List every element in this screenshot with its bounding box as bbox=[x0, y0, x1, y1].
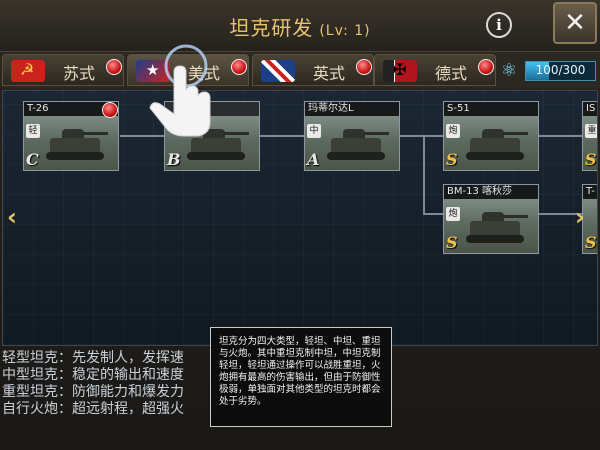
research-progress-text: 100/300 bbox=[535, 63, 586, 77]
soviet-flag-icon bbox=[11, 60, 45, 82]
tank-class-badge: 炮 bbox=[446, 124, 460, 138]
watermark-logo bbox=[486, 378, 600, 424]
tooltip: 坦克分为四大类型，轻坦、中坦、重坦与火炮。其中重坦克制中坦，中坦克制轻坦，轻坦通… bbox=[210, 327, 392, 427]
game-window: 坦克研发(Lv: 1) i ✕ 苏式 美式 英式 德式 ⚛ bbox=[0, 0, 600, 450]
research-progress-bar: 100/300 bbox=[525, 61, 596, 81]
tank-class-badge: 重 bbox=[585, 124, 597, 138]
tab-label: 苏式 bbox=[63, 64, 96, 83]
tank-card[interactable]: IS 重 S bbox=[582, 101, 597, 171]
level-text: (Lv: 1) bbox=[319, 23, 371, 39]
nation-tabbar: 苏式 美式 英式 德式 ⚛ 100/300 bbox=[0, 52, 600, 88]
close-button[interactable]: ✕ bbox=[553, 2, 597, 44]
tank-name: T- bbox=[583, 185, 597, 199]
scroll-right-arrow[interactable]: › bbox=[575, 203, 585, 231]
info-icon[interactable]: i bbox=[486, 12, 512, 38]
tab-label: 德式 bbox=[435, 64, 468, 83]
tank-name: S-51 bbox=[444, 102, 538, 116]
tank-name: IS bbox=[583, 102, 597, 116]
tank-class-badge: 中 bbox=[307, 124, 321, 138]
header-bar: 坦克研发 (Lv: 1) i ✕ bbox=[0, 0, 600, 52]
tank-card[interactable]: S-51 炮 S bbox=[443, 101, 539, 171]
tank-card[interactable]: BM-13 喀秋莎 炮 S bbox=[443, 184, 539, 254]
uk-flag-icon bbox=[261, 60, 295, 82]
tank-grade: B bbox=[167, 150, 181, 169]
tank-card[interactable]: T-26 轻 C bbox=[23, 101, 119, 171]
title-text: 坦克研发 bbox=[229, 16, 314, 40]
tank-grade: S bbox=[585, 233, 597, 252]
tooltip-text: 坦克分为四大类型，轻坦、中坦、重坦与火炮。其中重坦克制中坦，中坦克制轻坦，轻坦通… bbox=[219, 336, 381, 407]
tech-tree-panel[interactable]: T-26 轻 C B 玛蒂尔达L 中 A S-51 炮 S IS 重 S BM-… bbox=[2, 90, 598, 346]
tank-name: 玛蒂尔达L bbox=[305, 102, 399, 116]
tank-grade: S bbox=[446, 233, 458, 252]
tutorial-hand-icon bbox=[149, 44, 211, 137]
tree-connector bbox=[423, 135, 425, 215]
tank-grade: C bbox=[26, 150, 39, 169]
tank-grade: S bbox=[585, 150, 597, 169]
german-flag-icon bbox=[383, 60, 417, 82]
research-points: ⚛ 100/300 bbox=[497, 58, 598, 84]
tab-soviet[interactable]: 苏式 bbox=[2, 54, 124, 86]
notification-badge bbox=[231, 59, 247, 75]
tab-uk[interactable]: 英式 bbox=[252, 54, 374, 86]
atom-icon: ⚛ bbox=[500, 60, 518, 81]
tree-connector bbox=[260, 135, 304, 137]
notification-badge bbox=[106, 59, 122, 75]
tree-connector bbox=[399, 135, 443, 137]
tab-german[interactable]: 德式 bbox=[374, 54, 496, 86]
tree-connector bbox=[423, 213, 443, 215]
scroll-left-arrow[interactable]: ‹ bbox=[7, 203, 17, 231]
tank-card[interactable]: 玛蒂尔达L 中 A bbox=[304, 101, 400, 171]
tree-connector bbox=[538, 135, 582, 137]
tank-class-badge: 轻 bbox=[26, 124, 40, 138]
new-badge bbox=[102, 102, 118, 118]
notification-badge bbox=[478, 59, 494, 75]
notification-badge bbox=[356, 59, 372, 75]
tank-name: BM-13 喀秋莎 bbox=[444, 185, 538, 199]
tank-grade: A bbox=[307, 150, 320, 169]
tank-grade: S bbox=[446, 150, 458, 169]
close-icon: ✕ bbox=[564, 8, 586, 38]
tank-class-badge: 炮 bbox=[446, 207, 460, 221]
tab-label: 英式 bbox=[313, 64, 346, 83]
